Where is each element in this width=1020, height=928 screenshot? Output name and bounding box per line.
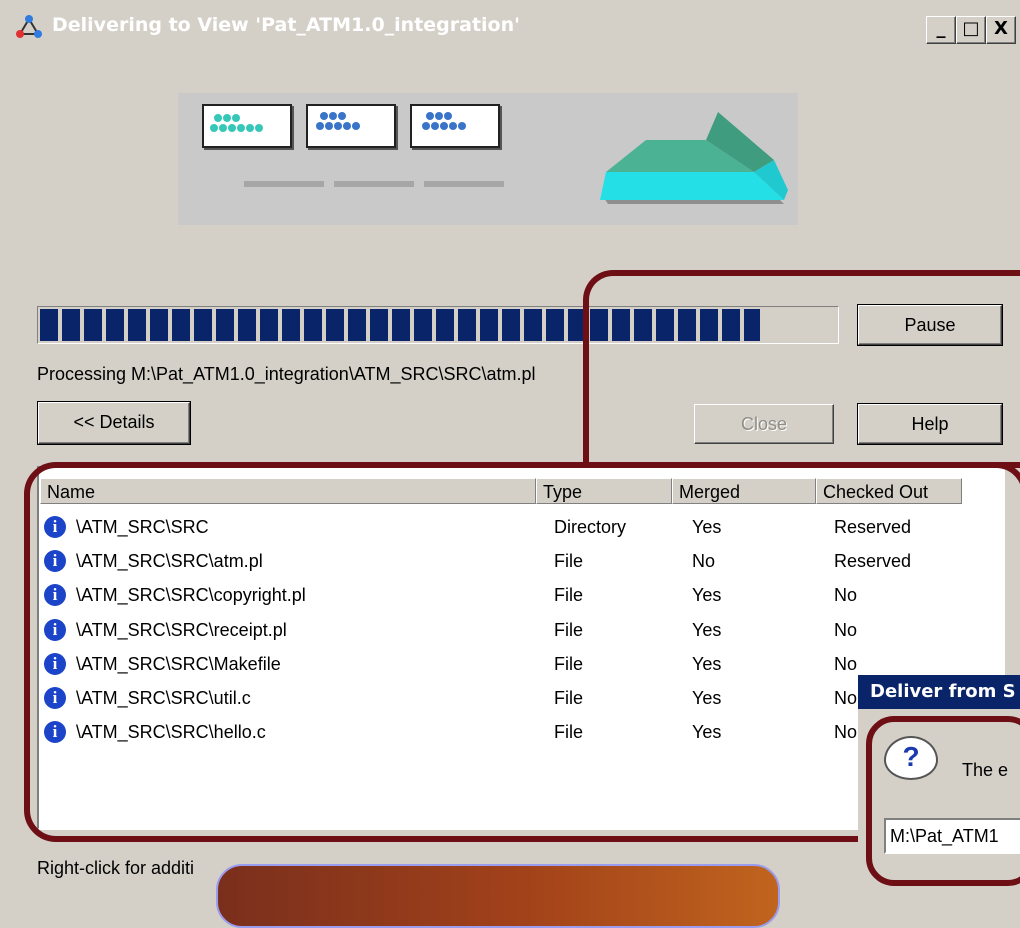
maximize-button[interactable]: □	[956, 16, 986, 44]
transfer-dash	[334, 181, 414, 187]
window-title: Delivering to View 'Pat_ATM1.0_integrati…	[52, 14, 520, 36]
callout-banner	[216, 864, 780, 928]
app-icon	[14, 14, 44, 40]
popup-title-bar: Deliver from S	[858, 675, 1020, 709]
source-version-icon	[306, 104, 396, 148]
close-window-button[interactable]: X	[986, 16, 1016, 44]
details-button[interactable]: << Details	[38, 402, 190, 444]
footer-hint: Right-click for additi	[37, 858, 195, 878]
source-version-icon	[410, 104, 500, 148]
source-version-icon	[202, 104, 292, 148]
transfer-dash	[244, 181, 324, 187]
minimize-button[interactable]: _	[926, 16, 956, 44]
highlight-box	[583, 270, 1020, 468]
status-text: Processing M:\Pat_ATM1.0_integration\ATM…	[37, 364, 536, 384]
highlight-box	[866, 716, 1020, 886]
transfer-dash	[424, 181, 504, 187]
integration-stream-icon	[594, 110, 790, 211]
